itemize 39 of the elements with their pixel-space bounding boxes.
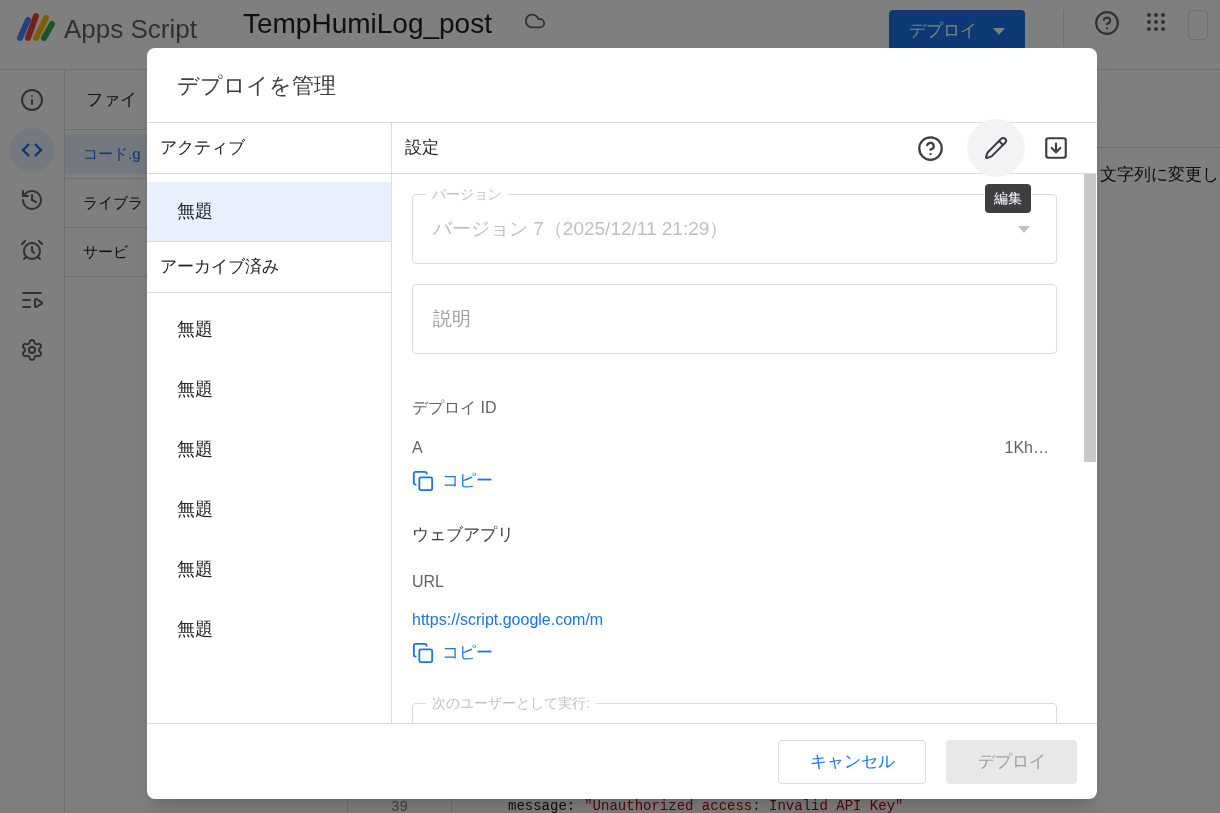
- help-icon: [916, 134, 944, 162]
- logo-icon: [16, 10, 56, 44]
- scrollbar-thumb[interactable]: [1084, 174, 1096, 462]
- deployment-item[interactable]: 無題: [147, 182, 391, 242]
- code-string: "Unauthorized access: Invalid API Key": [584, 800, 904, 813]
- copy-button[interactable]: コピー: [412, 637, 493, 668]
- apps-grid-icon[interactable]: [1144, 10, 1168, 34]
- history-icon: [20, 188, 44, 212]
- copy-icon: [412, 641, 434, 664]
- line-number: 39: [391, 798, 408, 813]
- settings-icon: [20, 338, 44, 362]
- section-heading: アーカイブ済み: [160, 256, 279, 279]
- project-title[interactable]: TempHumiLog_post: [242, 10, 492, 38]
- editor-text: 文字列に変更し: [1100, 164, 1219, 186]
- copy-icon: [412, 470, 434, 492]
- deploy-id-end: 1Kh…: [1004, 438, 1049, 458]
- product-name: Apps Script: [64, 13, 197, 46]
- archive-icon: [1043, 135, 1069, 161]
- url-label: URL: [412, 571, 445, 592]
- deploy-id-start: A: [412, 438, 423, 458]
- help-icon[interactable]: [1094, 10, 1120, 36]
- web-app-heading: ウェブアプリ: [412, 524, 515, 546]
- alarm-clock-icon: [20, 238, 44, 262]
- info-icon: [20, 88, 44, 112]
- deploy-id-label: デプロイ ID: [412, 398, 498, 418]
- dialog-title: デプロイを管理: [177, 71, 336, 100]
- pencil-icon: [984, 136, 1008, 160]
- dropdown-caret-icon: [1018, 225, 1030, 233]
- description-field[interactable]: 説明: [412, 284, 1057, 354]
- copy-button[interactable]: コピー: [412, 466, 493, 496]
- cancel-button[interactable]: キャンセル: [778, 739, 926, 784]
- caret-icon: [993, 27, 1005, 35]
- section-heading: アクティブ: [160, 137, 245, 160]
- settings-heading: 設定: [405, 137, 439, 160]
- web-app-url-link[interactable]: https://script.google.com/m: [412, 607, 1057, 632]
- rail-button[interactable]: [10, 128, 54, 172]
- edit-tooltip: 編集: [985, 184, 1031, 213]
- files-heading: ファイ: [86, 88, 137, 111]
- code-key: message:: [508, 800, 576, 813]
